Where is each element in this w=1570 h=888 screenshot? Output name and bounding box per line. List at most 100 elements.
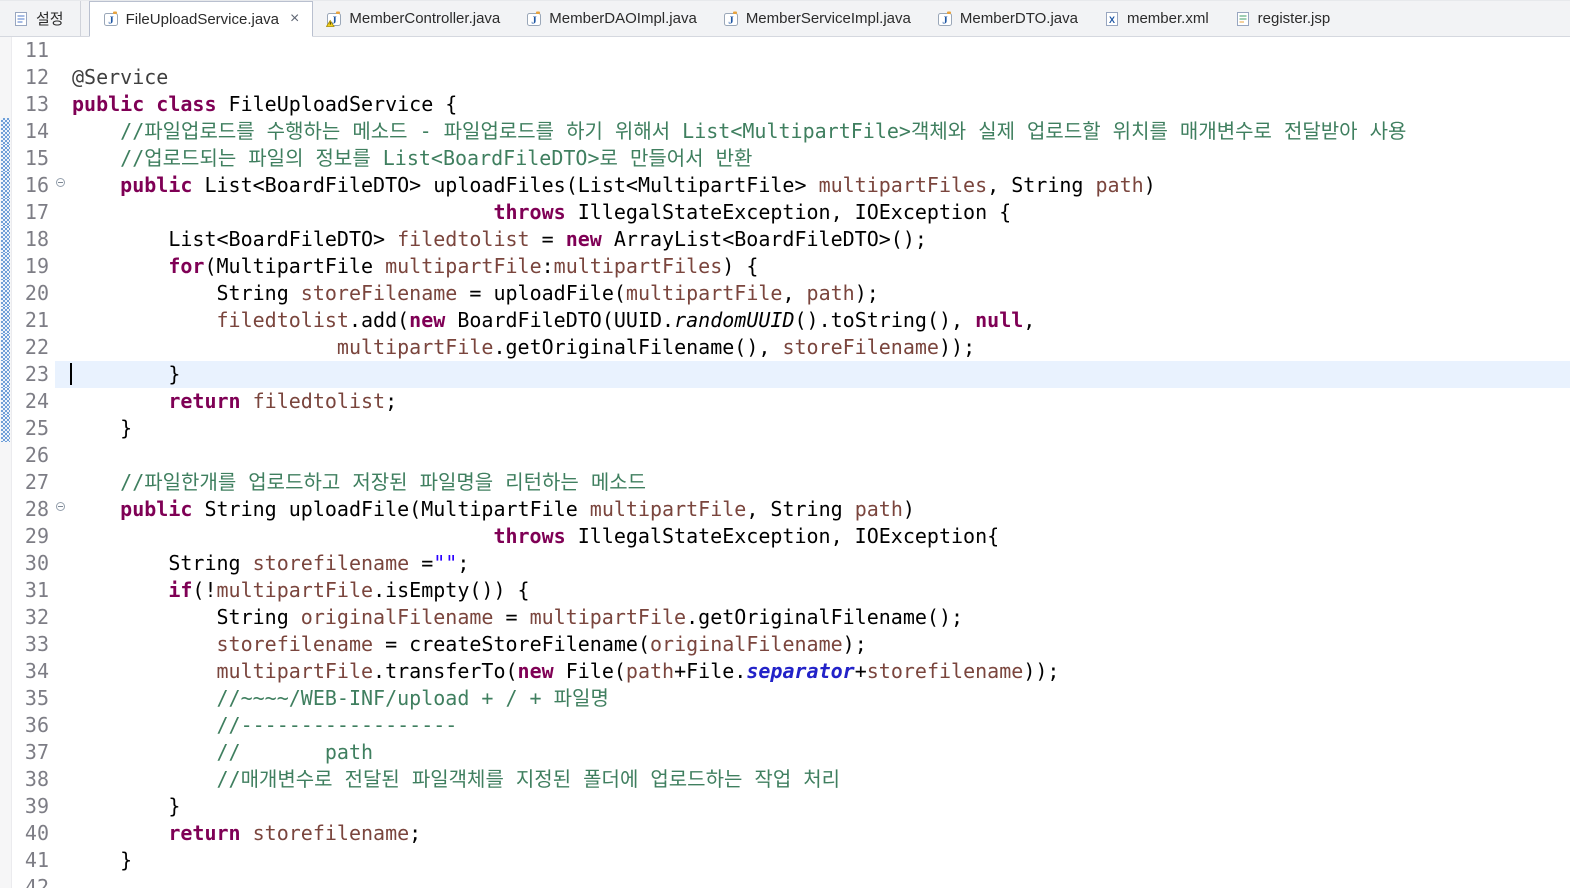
code-line[interactable]: 41 } (0, 847, 1570, 874)
code-text[interactable] (69, 37, 1570, 64)
code-text[interactable] (69, 442, 1570, 469)
code-line[interactable]: 23 } (0, 361, 1570, 388)
line-number: 29 (24, 524, 49, 548)
code-text[interactable]: } (69, 415, 1570, 442)
tab-label: FileUploadService.java (125, 10, 280, 28)
code-text[interactable]: //매개변수로 전달된 파일객체를 지정된 폴더에 업로드하는 작업 처리 (69, 766, 1570, 793)
code-text[interactable]: } (69, 361, 1570, 388)
code-line[interactable]: 30 String storefilename =""; (0, 550, 1570, 577)
code-token: originalFilename (300, 605, 494, 629)
code-text[interactable]: String originalFilename = multipartFile.… (69, 604, 1570, 631)
code-text[interactable]: multipartFile.transferTo(new File(path+F… (69, 658, 1570, 685)
code-line[interactable]: 11 (0, 37, 1570, 64)
code-text[interactable]: multipartFile.getOriginalFilename(), sto… (69, 334, 1570, 361)
annotation-ruler (0, 793, 12, 820)
code-text[interactable]: } (69, 793, 1570, 820)
code-text[interactable]: //~~~~/WEB-INF/upload + / + 파일명 (69, 685, 1570, 712)
tab-close-icon[interactable]: × (290, 11, 299, 27)
code-line[interactable]: 21 filedtolist.add(new BoardFileDTO(UUID… (0, 307, 1570, 334)
code-text[interactable]: //업로드되는 파일의 정보를 List<BoardFileDTO>로 만들어서… (69, 145, 1570, 172)
code-token: List<BoardFileDTO> (72, 227, 398, 251)
code-text[interactable]: for(MultipartFile multipartFile:multipar… (69, 253, 1570, 280)
tab-fileuploadservice-java[interactable]: J FileUploadService.java × (88, 1, 314, 37)
code-text[interactable]: //파일한개를 업로드하고 저장된 파일명을 리턴하는 메소드 (69, 469, 1570, 496)
code-line[interactable]: 18 List<BoardFileDTO> filedtolist = new … (0, 226, 1570, 253)
tab-memberserviceimpl-java[interactable]: J MemberServiceImpl.java (710, 1, 924, 36)
code-line[interactable]: 13 public class FileUploadService { (0, 91, 1570, 118)
code-text[interactable]: String storefilename =""; (69, 550, 1570, 577)
code-line[interactable]: 27 //파일한개를 업로드하고 저장된 파일명을 리턴하는 메소드 (0, 469, 1570, 496)
fold-column (55, 307, 69, 334)
code-token: )); (938, 335, 976, 359)
tab-설정[interactable]: 설정 (0, 1, 81, 36)
code-editor[interactable]: 11 12 @Service 13 public class FileUploadSer… (0, 37, 1570, 888)
code-text[interactable]: return storefilename; (69, 820, 1570, 847)
code-line[interactable]: 15 //업로드되는 파일의 정보를 List<BoardFileDTO>로 만… (0, 145, 1570, 172)
code-line[interactable]: 32 String originalFilename = multipartFi… (0, 604, 1570, 631)
code-line[interactable]: 28 public String uploadFile(MultipartFil… (0, 496, 1570, 523)
code-line[interactable]: 36 //------------------ (0, 712, 1570, 739)
code-line[interactable]: 40 return storefilename; (0, 820, 1570, 847)
code-token: ArrayList<BoardFileDTO>(); (601, 227, 927, 251)
code-line[interactable]: 16 public List<BoardFileDTO> uploadFiles… (0, 172, 1570, 199)
code-line[interactable]: 19 for(MultipartFile multipartFile:multi… (0, 253, 1570, 280)
tab-memberdto-java[interactable]: J MemberDTO.java (924, 1, 1091, 36)
code-text[interactable] (69, 874, 1570, 888)
code-line[interactable]: 34 multipartFile.transferTo(new File(pat… (0, 658, 1570, 685)
code-token: )); (1023, 659, 1060, 683)
code-token: FileUploadService { (216, 92, 458, 116)
code-text[interactable]: } (69, 847, 1570, 874)
code-line[interactable]: 39 } (0, 793, 1570, 820)
fold-column (55, 766, 69, 793)
code-line[interactable]: 12 @Service (0, 64, 1570, 91)
code-token: IllegalStateException, IOException { (565, 200, 1012, 224)
code-line[interactable]: 25 } (0, 415, 1570, 442)
tab-register-jsp[interactable]: register.jsp (1222, 1, 1344, 36)
code-line[interactable]: 35 //~~~~/WEB-INF/upload + / + 파일명 (0, 685, 1570, 712)
tab-memberdaoimpl-java[interactable]: J MemberDAOImpl.java (513, 1, 710, 36)
code-text[interactable]: if(!multipartFile.isEmpty()) { (69, 577, 1570, 604)
code-token: = (493, 605, 530, 629)
code-line[interactable]: 24 return filedtolist; (0, 388, 1570, 415)
code-line[interactable]: 20 String storeFilename = uploadFile(mul… (0, 280, 1570, 307)
fold-column (55, 847, 69, 874)
code-text[interactable]: public String uploadFile(MultipartFile m… (69, 496, 1570, 523)
fold-collapse-icon[interactable] (56, 178, 65, 187)
code-text[interactable]: public class FileUploadService { (69, 91, 1570, 118)
code-text[interactable]: String storeFilename = uploadFile(multip… (69, 280, 1570, 307)
code-line[interactable]: 42 (0, 874, 1570, 888)
code-text[interactable]: return filedtolist; (69, 388, 1570, 415)
code-line[interactable]: 29 throws IllegalStateException, IOExcep… (0, 523, 1570, 550)
quickdiff-changed-marker (1, 145, 10, 172)
code-line[interactable]: 17 throws IllegalStateException, IOExcep… (0, 199, 1570, 226)
code-text[interactable]: // path (69, 739, 1570, 766)
code-line[interactable]: 33 storefilename = createStoreFilename(o… (0, 631, 1570, 658)
text-cursor (70, 363, 72, 385)
code-text[interactable]: @Service (69, 64, 1570, 91)
code-text[interactable]: //------------------ (69, 712, 1570, 739)
fold-collapse-icon[interactable] (56, 502, 65, 511)
annotation-ruler (0, 442, 12, 469)
code-text[interactable]: //파일업로드를 수행하는 메소드 - 파일업로드를 하기 위해서 List<M… (69, 118, 1570, 145)
code-line[interactable]: 31 if(!multipartFile.isEmpty()) { (0, 577, 1570, 604)
code-token: ); (854, 281, 879, 305)
code-text[interactable]: storefilename = createStoreFilename(orig… (69, 631, 1570, 658)
tab-membercontroller-java[interactable]: J MemberController.java (313, 1, 513, 36)
line-number: 11 (24, 38, 49, 62)
code-text[interactable]: List<BoardFileDTO> filedtolist = new Arr… (69, 226, 1570, 253)
quickdiff-changed-marker (1, 361, 10, 388)
code-line[interactable]: 22 multipartFile.getOriginalFilename(), … (0, 334, 1570, 361)
code-text[interactable]: throws IllegalStateException, IOExceptio… (69, 199, 1570, 226)
code-line[interactable]: 37 // path (0, 739, 1570, 766)
code-text[interactable]: throws IllegalStateException, IOExceptio… (69, 523, 1570, 550)
tab-member-xml[interactable]: Xmember.xml (1091, 1, 1222, 36)
code-text[interactable]: public List<BoardFileDTO> uploadFiles(Li… (69, 172, 1570, 199)
code-token: for (168, 254, 205, 278)
code-line[interactable]: 26 (0, 442, 1570, 469)
code-text[interactable]: filedtolist.add(new BoardFileDTO(UUID.ra… (69, 307, 1570, 334)
code-line[interactable]: 38 //매개변수로 전달된 파일객체를 지정된 폴더에 업로드하는 작업 처리 (0, 766, 1570, 793)
code-line[interactable]: 14 //파일업로드를 수행하는 메소드 - 파일업로드를 하기 위해서 Lis… (0, 118, 1570, 145)
